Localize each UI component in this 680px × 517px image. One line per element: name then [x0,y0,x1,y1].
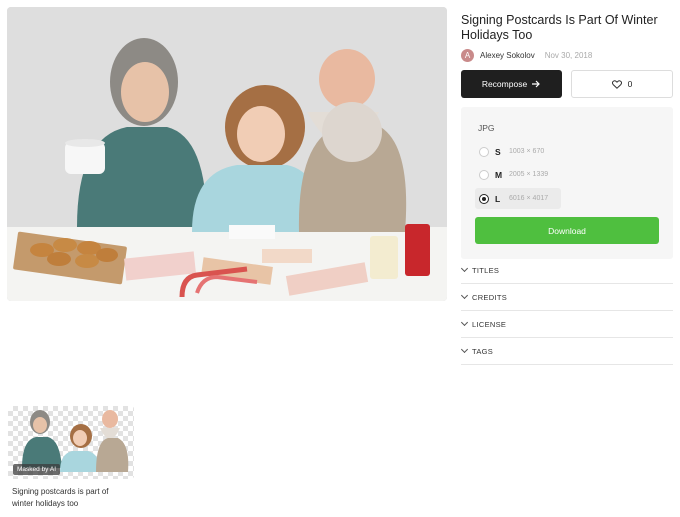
format-label: JPG [478,123,495,133]
main-photo[interactable] [7,7,447,301]
radio-s[interactable] [479,146,489,157]
section-label: CREDITS [472,292,508,302]
section-credits[interactable]: CREDITS [460,284,673,311]
page: Signing Postcards Is Part Of Winter Holi… [0,0,680,517]
section-titles[interactable]: TITLES [460,257,673,284]
thumbnail-caption[interactable]: Signing postcards is part of winter holi… [12,486,127,510]
recompose-button[interactable]: Recompose [461,70,562,98]
chevron-down-icon [460,345,469,354]
section-label: LICENSE [472,319,507,329]
size-option-l[interactable]: L 6016 × 4017 [475,188,561,209]
avatar[interactable]: A [461,48,474,62]
recompose-label: Recompose [481,79,528,89]
author-row: A Alexey Sokolov Nov 30, 2018 [461,47,592,63]
section-label: TAGS [472,346,494,356]
section-label: TITLES [472,265,500,275]
page-title: Signing Postcards Is Part Of Winter Holi… [461,13,658,42]
size-dims: 2005 × 1339 [509,171,549,178]
size-letter: S [495,146,501,157]
size-dims: 6016 × 4017 [509,195,549,202]
section-license[interactable]: LICENSE [460,311,673,338]
size-option-m[interactable]: M 2005 × 1339 [475,164,561,185]
size-dims: 1003 × 670 [509,148,545,155]
radio-l[interactable] [479,193,489,204]
like-count: 0 [627,79,633,89]
radio-m[interactable] [479,169,489,180]
heart-icon [611,79,622,89]
size-letter: M [495,169,503,180]
download-button[interactable]: Download [475,217,659,244]
arrow-right-icon [532,80,541,88]
size-letter: L [495,193,501,204]
related-thumbnail[interactable]: Masked by AI [8,406,134,479]
download-panel: JPG S 1003 × 670 M 2005 × 1339 L 6016 × … [461,107,673,259]
size-option-s[interactable]: S 1003 × 670 [475,141,561,162]
masked-by-ai-badge: Masked by AI [13,464,61,475]
publish-date: Nov 30, 2018 [544,50,593,60]
chevron-down-icon [460,318,469,327]
chevron-down-icon [460,291,469,300]
section-tags[interactable]: TAGS [460,338,673,365]
author-name[interactable]: Alexey Sokolov [480,51,535,60]
chevron-down-icon [460,264,469,273]
like-button[interactable]: 0 [571,70,673,98]
